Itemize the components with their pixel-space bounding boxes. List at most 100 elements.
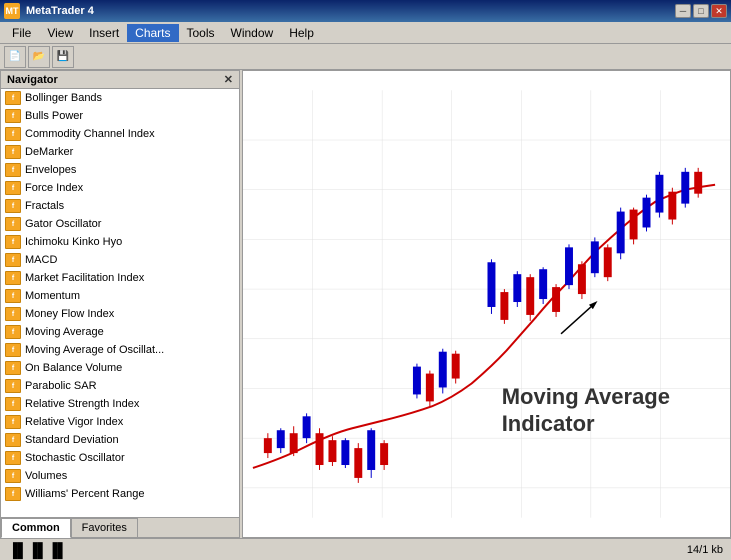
navigator-title: Navigator [7, 74, 58, 86]
indicator-icon: f [5, 469, 21, 483]
window-controls: ─ □ ✕ [675, 4, 727, 18]
menu-item-tools[interactable]: Tools [179, 24, 223, 42]
indicator-icon: f [5, 361, 21, 375]
nav-indicator-item[interactable]: f Relative Vigor Index [1, 413, 239, 431]
indicator-icon: f [5, 325, 21, 339]
menu-item-charts[interactable]: Charts [127, 24, 178, 42]
ma-label-line2: Indicator [502, 411, 670, 437]
indicator-label: Standard Deviation [25, 434, 119, 446]
indicator-icon: f [5, 217, 21, 231]
indicator-label: Bulls Power [25, 110, 83, 122]
indicator-icon: f [5, 235, 21, 249]
indicator-icon: f [5, 199, 21, 213]
menu-item-insert[interactable]: Insert [81, 24, 127, 42]
main-area: Navigator ✕ f Bollinger Bands f Bulls Power… [0, 70, 731, 538]
indicator-label: Envelopes [25, 164, 76, 176]
toolbar-open[interactable]: 📂 [28, 46, 50, 68]
nav-indicator-item[interactable]: f Gator Oscillator [1, 215, 239, 233]
nav-indicator-item[interactable]: f Bulls Power [1, 107, 239, 125]
nav-indicator-item[interactable]: f Moving Average of Oscillat... [1, 341, 239, 359]
nav-indicator-item[interactable]: f On Balance Volume [1, 359, 239, 377]
toolbar-new[interactable]: 📄 [4, 46, 26, 68]
nav-indicator-item[interactable]: f Money Flow Index [1, 305, 239, 323]
indicator-icon: f [5, 109, 21, 123]
navigator-tab-common[interactable]: Common [1, 518, 71, 538]
indicator-icon: f [5, 145, 21, 159]
nav-indicator-item[interactable]: f Ichimoku Kinko Hyo [1, 233, 239, 251]
navigator-tab-favorites[interactable]: Favorites [71, 518, 138, 537]
close-button[interactable]: ✕ [711, 4, 727, 18]
nav-indicator-item[interactable]: f Bollinger Bands [1, 89, 239, 107]
nav-indicator-item[interactable]: fMoving Average [1, 323, 239, 341]
nav-indicator-item[interactable]: f DeMarker [1, 143, 239, 161]
nav-indicator-item[interactable]: f Commodity Channel Index [1, 125, 239, 143]
navigator-panel: Navigator ✕ f Bollinger Bands f Bulls Power… [0, 70, 240, 538]
nav-indicator-item[interactable]: f Parabolic SAR [1, 377, 239, 395]
menu-item-help[interactable]: Help [281, 24, 322, 42]
indicator-label: DeMarker [25, 146, 73, 158]
indicator-icon: f [5, 307, 21, 321]
indicator-icon: f [5, 415, 21, 429]
indicator-icon: f [5, 271, 21, 285]
nav-indicator-item[interactable]: f MACD [1, 251, 239, 269]
nav-indicator-item[interactable]: f Volumes [1, 467, 239, 485]
indicator-icon: f [5, 397, 21, 411]
menu-item-window[interactable]: Window [223, 24, 282, 42]
status-bar: ▐▌▐▌▐▌ 14/1 kb [0, 538, 731, 560]
window-title: MetaTrader 4 [26, 5, 94, 17]
nav-indicator-item[interactable]: f Relative Strength Index [1, 395, 239, 413]
nav-indicator-item[interactable]: f Williams' Percent Range [1, 485, 239, 503]
indicator-label: Parabolic SAR [25, 380, 97, 392]
status-bar-left: ▐▌▐▌▐▌ [8, 542, 687, 558]
nav-indicator-item[interactable]: f Stochastic Oscillator [1, 449, 239, 467]
indicator-label: Williams' Percent Range [25, 488, 144, 500]
nav-indicator-item[interactable]: f Momentum [1, 287, 239, 305]
indicator-label: Stochastic Oscillator [25, 452, 125, 464]
menu-item-view[interactable]: View [39, 24, 81, 42]
indicator-label: Market Facilitation Index [25, 272, 144, 284]
chart-annotation-label: Moving Average Indicator [502, 384, 670, 437]
indicator-label: Volumes [25, 470, 67, 482]
status-icon: ▐▌▐▌▐▌ [8, 542, 68, 558]
indicator-icon: f [5, 487, 21, 501]
navigator-list[interactable]: f Bollinger Bands f Bulls Power f Commodity C… [1, 89, 239, 517]
nav-indicator-item[interactable]: fForce Index [1, 179, 239, 197]
navigator-close-button[interactable]: ✕ [224, 73, 233, 86]
indicator-label: Fractals [25, 200, 64, 212]
indicator-label: Relative Strength Index [25, 398, 139, 410]
indicator-icon: f [5, 451, 21, 465]
chart-svg [243, 71, 730, 537]
indicator-icon: f [5, 163, 21, 177]
indicator-icon: f [5, 433, 21, 447]
minimize-button[interactable]: ─ [675, 4, 691, 18]
nav-indicator-item[interactable]: f Market Facilitation Index [1, 269, 239, 287]
nav-indicator-item[interactable]: f Standard Deviation [1, 431, 239, 449]
title-bar: MT MetaTrader 4 ─ □ ✕ [0, 0, 731, 22]
indicator-icon: f [5, 289, 21, 303]
indicator-label: MACD [25, 254, 57, 266]
toolbar-save[interactable]: 💾 [52, 46, 74, 68]
indicator-icon: f [5, 127, 21, 141]
indicator-label: On Balance Volume [25, 362, 122, 374]
indicator-label: Gator Oscillator [25, 218, 101, 230]
nav-indicator-item[interactable]: f Envelopes [1, 161, 239, 179]
nav-indicator-item[interactable]: f Fractals [1, 197, 239, 215]
ma-label-line1: Moving Average [502, 384, 670, 410]
indicator-icon: f [5, 91, 21, 105]
navigator-header: Navigator ✕ [1, 71, 239, 89]
maximize-button[interactable]: □ [693, 4, 709, 18]
indicator-label: Money Flow Index [25, 308, 114, 320]
indicator-label: Moving Average of Oscillat... [25, 344, 164, 356]
indicator-label: Ichimoku Kinko Hyo [25, 236, 122, 248]
indicator-label: Bollinger Bands [25, 92, 102, 104]
indicator-label: Momentum [25, 290, 80, 302]
indicator-icon: f [5, 379, 21, 393]
indicator-label: Relative Vigor Index [25, 416, 123, 428]
menu-item-file[interactable]: File [4, 24, 39, 42]
indicator-icon: f [5, 253, 21, 267]
chart-area: Moving Average Indicator [242, 70, 731, 538]
toolbar: 📄 📂 💾 [0, 44, 731, 70]
indicator-icon: f [5, 343, 21, 357]
indicator-label: Commodity Channel Index [25, 128, 155, 140]
status-info: 14/1 kb [687, 544, 723, 556]
